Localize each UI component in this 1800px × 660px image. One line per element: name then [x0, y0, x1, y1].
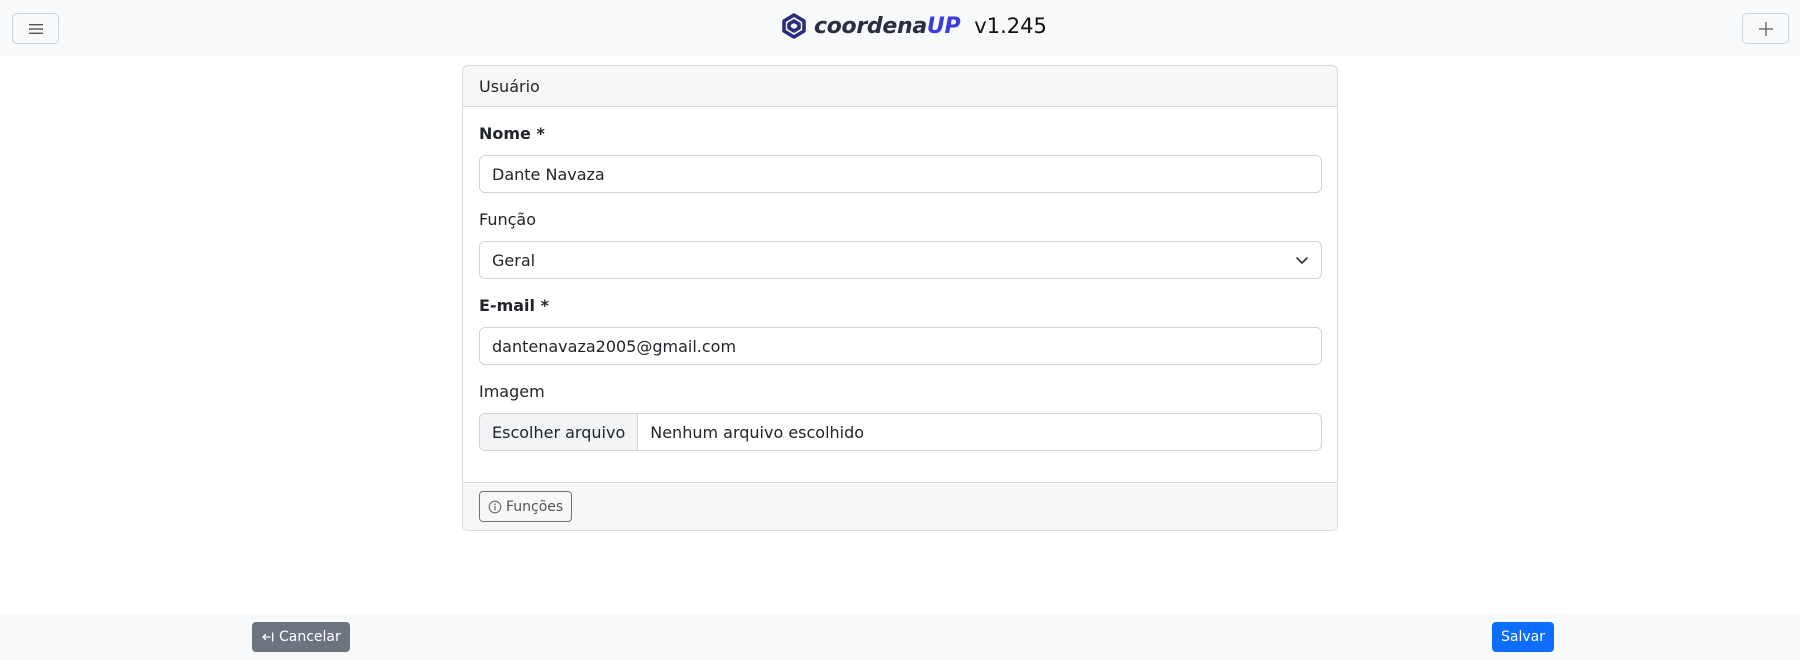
nome-label: Nome *: [479, 124, 545, 143]
funcao-select[interactable]: Geral: [479, 241, 1322, 279]
card-body: Nome * Dante Navaza Função Geral E-mail …: [463, 107, 1337, 483]
logo-mark-icon: [782, 13, 806, 39]
funcao-label: Função: [479, 210, 536, 229]
app-version: v1.245: [974, 14, 1047, 38]
card-title: Usuário: [479, 76, 540, 96]
user-form-card: Usuário Nome * Dante Navaza Função Geral…: [462, 65, 1338, 531]
imagem-label: Imagem: [479, 382, 545, 401]
add-button[interactable]: [1742, 13, 1789, 44]
card-footer: Funções: [463, 482, 1337, 530]
funcao-value: Geral: [492, 250, 536, 270]
funcoes-label: Funções: [506, 498, 564, 515]
card-header: Usuário: [463, 66, 1337, 107]
email-value: dantenavaza2005@gmail.com: [492, 336, 737, 356]
info-circle-icon: [488, 500, 502, 513]
menu-button[interactable]: [12, 13, 59, 44]
nome-value: Dante Navaza: [492, 164, 605, 184]
file-status-text: Nenhum arquivo escolhido: [650, 422, 865, 442]
email-label: E-mail *: [479, 296, 549, 315]
exit-arrow-icon: [262, 632, 274, 642]
nome-input[interactable]: Dante Navaza: [479, 155, 1322, 193]
choose-file-button[interactable]: Escolher arquivo: [480, 414, 639, 450]
brand-name: coordenaUP: [814, 13, 961, 39]
cancel-label: Cancelar: [279, 629, 341, 645]
brand-logo: coordenaUP: [780, 12, 961, 40]
top-navbar: coordenaUP v1.245: [0, 0, 1800, 56]
bottom-action-bar: Cancelar Salvar: [0, 614, 1800, 660]
cancel-button[interactable]: Cancelar: [252, 622, 350, 652]
chevron-down-icon: [1296, 257, 1308, 264]
imagem-file-input[interactable]: Escolher arquivo Nenhum arquivo escolhid…: [479, 413, 1322, 451]
brand[interactable]: coordenaUP v1.245: [780, 8, 1047, 44]
email-input[interactable]: dantenavaza2005@gmail.com: [479, 327, 1322, 365]
funcoes-button[interactable]: Funções: [479, 491, 573, 522]
hamburger-icon: [28, 23, 43, 34]
plus-icon: [1758, 21, 1773, 36]
save-label: Salvar: [1501, 629, 1545, 645]
save-button[interactable]: Salvar: [1492, 622, 1554, 652]
